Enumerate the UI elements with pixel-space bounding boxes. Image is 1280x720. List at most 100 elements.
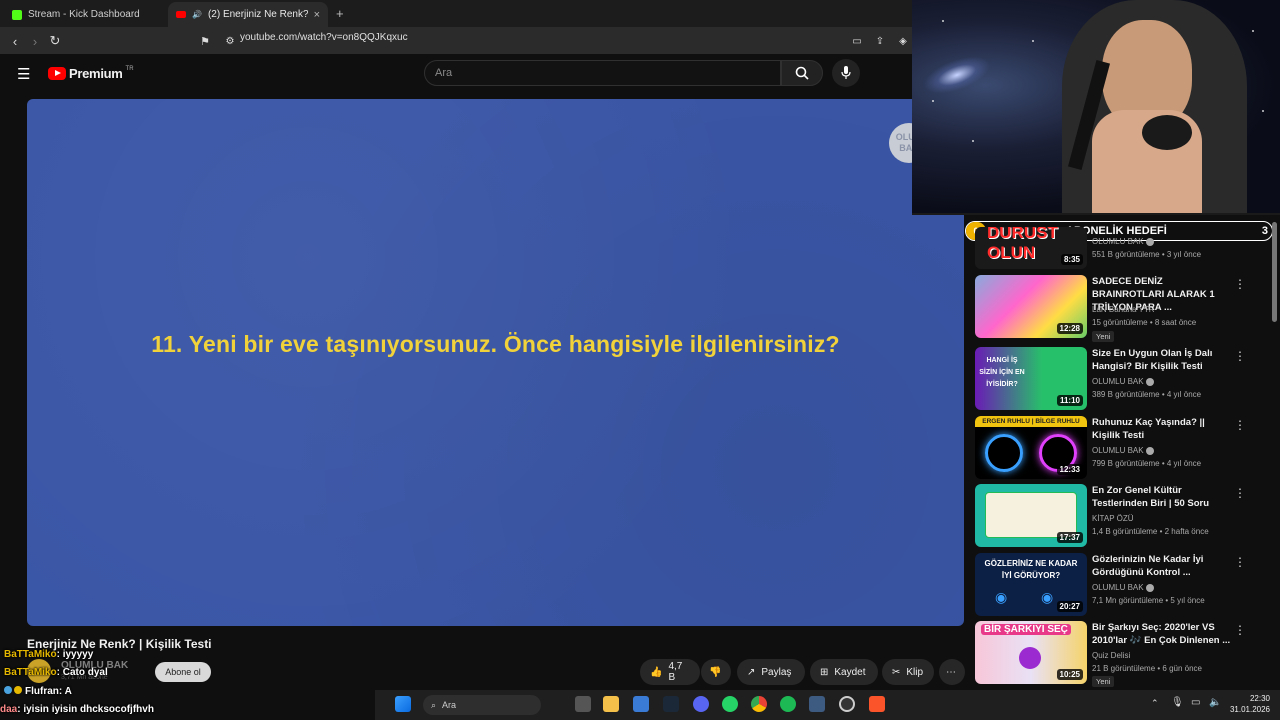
galaxy-graphic <box>918 48 996 102</box>
clock-time: 22:30 <box>1249 694 1270 703</box>
more-vert-icon[interactable]: ⋮ <box>1234 349 1246 363</box>
thumbnail-text: ERGEN RUHLU | BİLGE RUHLU <box>975 416 1087 427</box>
obs-icon[interactable] <box>839 696 855 712</box>
address-bar-row: ‹ › ↻ ⚑ ⚙ youtube.com/watch?v=on8QQJKqxu… <box>0 27 912 54</box>
recommendation-item[interactable]: GÖZLERİNİZ NE KADAR İYİ GÖRÜYOR? ◉ ◉ 20:… <box>975 553 1270 617</box>
video-title[interactable]: En Zor Genel Kültür Testlerinden Biri | … <box>1092 484 1232 510</box>
more-vert-icon[interactable]: ⋮ <box>1234 623 1246 637</box>
kick-icon <box>12 9 22 20</box>
microphone-tray-icon[interactable]: 🎙 <box>1171 697 1184 708</box>
video-title[interactable]: Size En Uygun Olan İş Dalı Hangisi? Bir … <box>1092 347 1232 373</box>
more-vert-icon[interactable]: ⋮ <box>1234 486 1246 500</box>
channel-name: OLUMLU BAK <box>1092 446 1154 455</box>
video-thumbnail[interactable]: 17:37 <box>975 484 1087 547</box>
chrome-icon[interactable] <box>751 696 767 712</box>
chat-username: Flufran <box>25 686 59 697</box>
recommendation-item[interactable]: HANGİ İŞ SİZİN İÇİN EN İYİSİDİR? 11:10 S… <box>975 347 1270 411</box>
duration-badge: 17:37 <box>1056 532 1083 543</box>
brave-shield-icon[interactable]: ◈ <box>893 31 913 51</box>
bookmark-icon[interactable]: ⚑ <box>195 31 215 51</box>
video-thumbnail[interactable]: BİR ŞARKIYI SEÇ 10:25 <box>975 621 1087 684</box>
discord-icon[interactable] <box>693 696 709 712</box>
taskbar-search[interactable]: ⌕ Ara <box>423 695 541 715</box>
recommendation-item[interactable]: ERGEN RUHLU | BİLGE RUHLU 12:33 Ruhunuz … <box>975 416 1270 480</box>
tab-kick-dashboard[interactable]: Stream - Kick Dashboard <box>4 2 166 27</box>
back-icon[interactable]: ‹ <box>5 31 25 51</box>
channel-name: Quiz Delisi <box>1092 651 1131 660</box>
thumbnail-text: BİR ŞARKIYI SEÇ <box>981 624 1071 635</box>
voice-search-button[interactable] <box>832 59 860 87</box>
task-view-icon[interactable] <box>575 696 591 712</box>
chat-text: : Cato dyal <box>56 667 108 678</box>
store-icon[interactable] <box>633 696 649 712</box>
app-icon[interactable] <box>809 696 825 712</box>
close-icon[interactable]: × <box>314 9 320 21</box>
start-icon[interactable] <box>395 696 411 712</box>
save-button[interactable]: ⊞ Kaydet <box>810 659 878 685</box>
site-info-icon[interactable]: ⚙ <box>220 31 240 51</box>
new-tab-button[interactable]: + <box>336 6 344 21</box>
more-vert-icon[interactable]: ⋮ <box>1234 555 1246 569</box>
chat-message: daa: iyisin iyisin dhcksocofjfhvh <box>0 704 154 715</box>
thumbnail-text: GÖZLERİNİZ NE KADAR İYİ GÖRÜYOR? <box>984 559 1078 580</box>
youtube-header: ☰ Premium TR Ara <box>0 54 912 94</box>
like-button[interactable]: 👍 4,7 B <box>640 659 700 685</box>
video-thumbnail[interactable]: HANGİ İŞ SİZİN İÇİN EN İYİSİDİR? 11:10 <box>975 347 1087 410</box>
brave-icon[interactable] <box>869 696 885 712</box>
chat-username: daa <box>0 704 18 715</box>
logo-region: TR <box>125 66 134 72</box>
recommendation-item[interactable]: 17:37 En Zor Genel Kültür Testlerinden B… <box>975 484 1270 548</box>
whatsapp-icon[interactable] <box>722 696 738 712</box>
file-explorer-icon[interactable] <box>603 696 619 712</box>
youtube-logo[interactable]: Premium TR <box>48 66 134 81</box>
more-vert-icon[interactable]: ⋮ <box>1234 418 1246 432</box>
recommendation-item[interactable]: DÜRÜST OLUN 8:35 OLUMLU BAK 551 B görünt… <box>975 227 1270 269</box>
video-thumbnail[interactable]: ERGEN RUHLU | BİLGE RUHLU 12:33 <box>975 416 1087 479</box>
steam-icon[interactable] <box>663 696 679 712</box>
tab-youtube-video[interactable]: 🔊 (2) Enerjiniz Ne Renk? | Kişilik × <box>168 2 328 27</box>
share-icon[interactable]: ⇪ <box>870 31 890 51</box>
video-title[interactable]: Bir Şarkıyı Seç: 2020'ler VS 2010'lar 🎶 … <box>1092 621 1232 647</box>
microphone-icon <box>841 66 851 79</box>
clip-button[interactable]: ✂ Klip <box>882 659 934 685</box>
video-meta: 1,4 B görüntüleme • 2 hafta önce <box>1092 527 1209 536</box>
search-input[interactable]: Ara <box>424 60 781 86</box>
taskbar-clock[interactable]: 22:30 31.01.2026 <box>1230 693 1270 715</box>
eye-icon: ◉ <box>1041 589 1054 605</box>
video-player[interactable]: 11. Yeni bir eve taşınıyorsunuz. Önce ha… <box>27 99 964 626</box>
url-field[interactable]: youtube.com/watch?v=on8QQJKqxuc <box>240 32 408 43</box>
save-label: Kaydet <box>834 666 866 678</box>
cast-icon[interactable]: ▭ <box>847 31 867 51</box>
chat-text: : iyyyyy <box>56 649 94 660</box>
forward-icon[interactable]: › <box>25 31 45 51</box>
eye-icon: ◉ <box>995 589 1008 605</box>
share-button[interactable]: ↗ Paylaş <box>737 659 805 685</box>
recommendation-item[interactable]: 12:28 SADECE DENİZ BRAINROTLARI ALARAK 1… <box>975 275 1270 342</box>
spotify-icon[interactable] <box>780 696 796 712</box>
recommendation-item[interactable]: BİR ŞARKIYI SEÇ 10:25 Bir Şarkıyı Seç: 2… <box>975 621 1270 687</box>
more-actions-button[interactable]: ⋯ <box>939 659 965 685</box>
video-title[interactable]: Gözlerinizin Ne Kadar İyi Gördüğünü Kont… <box>1092 553 1232 579</box>
video-thumbnail[interactable]: DÜRÜST OLUN 8:35 <box>975 227 1087 269</box>
like-count: 4,7 B <box>668 661 683 683</box>
youtube-icon <box>176 11 186 18</box>
video-thumbnail[interactable]: GÖZLERİNİZ NE KADAR İYİ GÖRÜYOR? ◉ ◉ 20:… <box>975 553 1087 616</box>
duration-badge: 20:27 <box>1056 601 1083 612</box>
search-button[interactable] <box>781 60 823 86</box>
volume-icon[interactable]: 🔈 <box>1209 697 1221 708</box>
reload-icon[interactable]: ↻ <box>45 31 65 51</box>
video-thumbnail[interactable]: 12:28 <box>975 275 1087 338</box>
chat-text: : iyisin iyisin dhcksocofjfhvh <box>17 704 154 715</box>
chevron-up-icon[interactable]: ⌃ <box>1151 698 1159 709</box>
more-vert-icon[interactable]: ⋮ <box>1234 277 1246 291</box>
browser-tab-strip: Stream - Kick Dashboard 🔊 (2) Enerjiniz … <box>0 0 912 27</box>
menu-icon[interactable]: ☰ <box>17 65 30 83</box>
network-icon[interactable]: ▭ <box>1191 697 1200 708</box>
sidebar-scrollbar[interactable] <box>1272 222 1277 322</box>
chat-username: BaTTaMiko <box>4 649 57 660</box>
webcam-overlay <box>912 0 1280 215</box>
channel-name: OLUMLU BAK <box>1092 583 1154 592</box>
clock-date: 31.01.2026 <box>1229 705 1270 714</box>
dislike-button[interactable]: 👎 <box>701 659 731 685</box>
video-title[interactable]: Ruhunuz Kaç Yaşında? || Kişilik Testi <box>1092 416 1232 442</box>
